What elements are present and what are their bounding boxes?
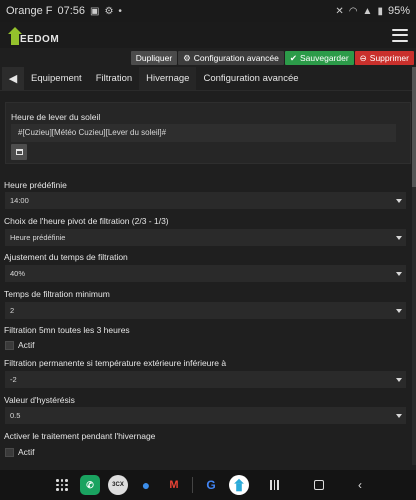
filtration-permanente-select[interactable]: -2 xyxy=(5,371,406,388)
save-button-label: Sauvegarder xyxy=(299,53,349,63)
android-dock: ✆ 3CX ● M G ‹ xyxy=(0,470,416,500)
temps-min-label: Temps de filtration minimum xyxy=(4,289,110,299)
sunrise-label: Heure de lever du soleil xyxy=(11,112,101,122)
traitement-checkbox-row[interactable]: Actif xyxy=(5,447,35,457)
heure-predefinie-label: Heure prédéfinie xyxy=(4,180,67,190)
action-buttons: Dupliquer ⚙ Configuration avancée ✔ Sauv… xyxy=(130,51,414,65)
jeedom-logo[interactable]: EEDOM xyxy=(8,25,59,45)
delete-button-label: Supprimer xyxy=(369,53,409,63)
ajustement-value: 40% xyxy=(10,269,26,278)
minus-circle-icon: ⊖ xyxy=(359,53,367,63)
battery-percent: 95% xyxy=(387,5,410,17)
check-circle-icon: ✔ xyxy=(289,53,297,63)
recent-apps-icon[interactable] xyxy=(270,480,280,490)
back-icon[interactable]: ‹ xyxy=(358,478,362,492)
cogs-icon: ⚙ xyxy=(183,53,191,63)
home-icon[interactable] xyxy=(314,480,324,490)
hysteresis-select[interactable]: 0.5 xyxy=(5,407,406,424)
filtration-5mn-checkbox-row[interactable]: Actif xyxy=(5,340,35,350)
status-bar: Orange F 07:56 ▣ ⚙ • ✕ ◠ ▲ ▮ 95% xyxy=(0,0,416,22)
select-command-button[interactable] xyxy=(11,144,27,160)
clock: 07:56 xyxy=(57,5,85,17)
battery-icon: ▮ xyxy=(377,5,383,17)
filtration-permanente-label: Filtration permanente si température ext… xyxy=(4,358,227,368)
dock-separator xyxy=(192,477,193,493)
signal-icon: ▲ xyxy=(362,5,373,17)
hysteresis-label: Valeur d'hystérésis xyxy=(4,395,75,405)
3cx-app-text: 3CX xyxy=(112,482,124,488)
jeedom-app-icon[interactable] xyxy=(229,475,249,495)
wifi-icon: ◠ xyxy=(348,5,358,17)
pivot-label: Choix de l'heure pivot de filtration (2/… xyxy=(4,216,169,226)
logo-text: EEDOM xyxy=(20,34,60,45)
pivot-value: Heure prédéfinie xyxy=(10,233,66,242)
system-nav-buttons: ‹ xyxy=(270,478,362,492)
tab-filtration-label: Filtration xyxy=(95,73,133,84)
pivot-select[interactable]: Heure prédéfinie xyxy=(5,229,406,246)
traitement-checkbox[interactable] xyxy=(5,447,14,457)
volume-mute-icon: ✕ xyxy=(335,5,344,17)
back-arrow-icon[interactable]: ◀ xyxy=(2,67,24,90)
duplicate-button[interactable]: Dupliquer xyxy=(130,51,178,65)
messages-app-icon[interactable]: ● xyxy=(136,475,156,495)
chevron-down-icon xyxy=(396,414,402,418)
tab-equipement[interactable]: Equipement xyxy=(24,67,89,90)
app-navbar: EEDOM xyxy=(0,22,416,48)
chevron-down-icon xyxy=(396,378,402,382)
google-app-icon[interactable]: G xyxy=(201,475,221,495)
traitement-checkbox-label: Actif xyxy=(18,447,35,457)
dot-icon: • xyxy=(118,5,122,17)
tab-filtration[interactable]: Filtration xyxy=(89,67,139,90)
chevron-down-icon xyxy=(396,309,402,313)
tab-configuration-avancee[interactable]: Configuration avancée xyxy=(196,67,305,90)
traitement-label: Activer le traitement pendant l'hivernag… xyxy=(4,431,156,441)
tab-equipement-label: Equipement xyxy=(31,73,82,84)
hysteresis-value: 0.5 xyxy=(10,411,21,420)
filtration-5mn-label: Filtration 5mn toutes les 3 heures xyxy=(4,325,130,335)
chevron-down-icon xyxy=(396,236,402,240)
temps-min-value: 2 xyxy=(10,306,15,315)
google-app-text: G xyxy=(206,478,216,492)
temps-min-select[interactable]: 2 xyxy=(5,302,406,319)
sunrise-command-input[interactable]: #[Cuzieu][Météo Cuzieu][Lever du soleil]… xyxy=(11,124,396,142)
filtration-5mn-checkbox[interactable] xyxy=(5,340,14,350)
tab-hivernage[interactable]: Hivernage xyxy=(139,67,197,90)
heure-predefinie-select[interactable]: 14:00 xyxy=(5,192,406,209)
tab-hivernage-label: Hivernage xyxy=(146,73,190,84)
3cx-app-icon[interactable]: 3CX xyxy=(108,475,128,495)
apps-grid-icon[interactable] xyxy=(52,475,72,495)
ajustement-label: Ajustement du temps de filtration xyxy=(4,252,128,262)
filtration-5mn-checkbox-label: Actif xyxy=(18,340,35,350)
heure-predefinie-value: 14:00 xyxy=(10,196,29,205)
duplicate-button-label: Dupliquer xyxy=(135,53,173,63)
ajustement-select[interactable]: 40% xyxy=(5,265,406,282)
gmail-app-text: M xyxy=(169,479,179,491)
settings-icon: ⚙ xyxy=(104,5,114,17)
save-button[interactable]: ✔ Sauvegarder xyxy=(284,51,354,65)
house-logo-icon xyxy=(8,27,22,45)
filtration-permanente-value: -2 xyxy=(10,375,17,384)
tab-configuration-avancee-label: Configuration avancée xyxy=(203,73,299,84)
advanced-config-button[interactable]: ⚙ Configuration avancée xyxy=(178,51,284,65)
advanced-config-button-label: Configuration avancée xyxy=(193,53,279,63)
chevron-down-icon xyxy=(396,199,402,203)
list-alt-icon xyxy=(15,149,23,155)
hamburger-menu-icon[interactable] xyxy=(392,28,408,42)
delete-button[interactable]: ⊖ Supprimer xyxy=(354,51,414,65)
gmail-app-icon[interactable]: M xyxy=(164,475,184,495)
scrollbar-thumb[interactable] xyxy=(412,67,416,187)
phone-app-icon[interactable]: ✆ xyxy=(80,475,100,495)
tab-bar: ◀ Equipement Filtration Hivernage Config… xyxy=(0,67,416,91)
image-icon: ▣ xyxy=(90,5,100,17)
chevron-down-icon xyxy=(396,272,402,276)
carrier-label: Orange F xyxy=(6,5,53,17)
